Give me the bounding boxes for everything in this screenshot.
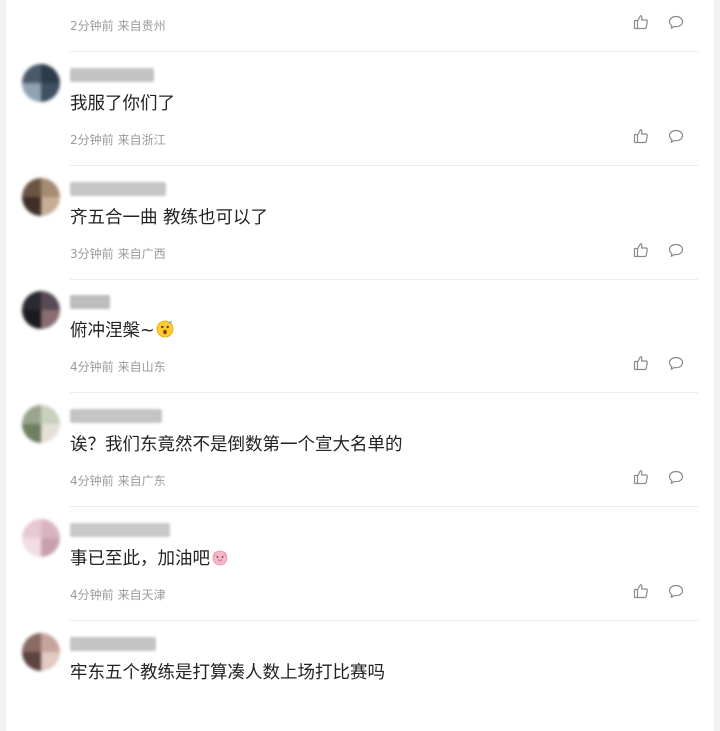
comment-time: 2分钟前 [70,133,114,147]
like-icon[interactable] [633,14,649,30]
comment-location: 来自天津 [117,588,166,602]
reply-icon[interactable] [668,129,684,144]
comment-item: 我服了你们了 2分钟前 来自浙江 [6,52,714,166]
comment-meta: 4分钟前 来自广东 [70,472,166,489]
avatar[interactable] [22,405,60,443]
comment-content: 诶？我们东竟然不是倒数第一个宣大名单的 [70,433,403,457]
avatar[interactable] [22,519,60,557]
reply-icon[interactable] [668,15,684,30]
reply-icon[interactable] [668,584,684,599]
like-icon[interactable] [633,242,649,258]
comment-text: 我服了你们了 [70,94,175,114]
like-icon[interactable] [633,128,649,144]
comment-content: 我服了你们了 [70,92,175,116]
comment-content: 俯冲涅槃~ [70,319,174,343]
comment-item: 俯冲涅槃~ 4分钟前 来自山东 [6,279,714,393]
avatar[interactable] [22,178,60,216]
comment-meta: 2分钟前 来自浙江 [70,131,166,148]
comment-list: S16见 我去看的比赛别输的太丑陋 2分钟前来自贵州 我服了你们了2分钟前来自浙… [6,0,714,731]
comment-time: 4分钟前 [70,360,114,374]
avatar[interactable] [22,64,60,102]
username-blurred[interactable] [70,295,110,309]
comment-meta: 4分钟前 来自山东 [70,358,166,375]
comment-location: 来自广西 [117,247,166,261]
comment-item: 齐五合一曲 教练也可以了 3分钟前 来自广西 [6,166,714,280]
comment-content: 齐五合一曲 教练也可以了 [70,206,268,230]
like-icon[interactable] [633,469,649,485]
comment-time: 4分钟前 [70,474,114,488]
reply-icon[interactable] [668,470,684,485]
comment-item: 诶？我们东竟然不是倒数第一个宣大名单的 4分钟前 来自广东 [6,393,714,507]
comment-location: 来自山东 [117,360,166,374]
comment-text: 诶？我们东竟然不是倒数第一个宣大名单的 [70,435,403,455]
comment-content: S16见 我去看的比赛别输的太丑陋 [70,0,372,2]
username-blurred[interactable] [70,182,166,196]
comment-meta: 2分钟前 来自贵州 [70,17,166,34]
comment-text: 事已至此，加油吧 [70,549,210,569]
comment-content: 牢东五个教练是打算凑人数上场打比赛吗 [70,661,385,685]
surprised-face-icon [156,320,174,338]
pig-face-icon [212,550,228,566]
username-blurred[interactable] [70,68,154,82]
comment-content: 事已至此，加油吧 [70,547,229,571]
comment-text: 牢东五个教练是打算凑人数上场打比赛吗 [70,663,385,683]
comment-meta: 4分钟前 来自天津 [70,586,166,603]
comment-time: 4分钟前 [70,588,114,602]
comment-location: 来自贵州 [117,19,166,33]
comment-location: 来自浙江 [117,133,166,147]
comment-time: 3分钟前 [70,247,114,261]
username-blurred[interactable] [70,523,170,537]
comment-meta: 3分钟前 来自广西 [70,245,166,262]
avatar[interactable] [22,633,60,671]
comment-location: 来自广东 [117,474,166,488]
comment-item: 事已至此，加油吧 4分钟前 来自天津 [6,507,714,621]
comment-text: 俯冲涅槃~ [70,321,155,341]
reply-icon[interactable] [668,243,684,258]
comment-text: 齐五合一曲 教练也可以了 [70,208,269,228]
comment-item: 牢东五个教练是打算凑人数上场打比赛吗 [6,621,714,731]
avatar[interactable] [22,291,60,329]
comment-item: S16见 我去看的比赛别输的太丑陋 2分钟前来自贵州 [6,0,714,52]
username-blurred[interactable] [70,409,162,423]
comment-time: 2分钟前 [70,19,114,33]
reply-icon[interactable] [668,356,684,371]
like-icon[interactable] [633,583,649,599]
like-icon[interactable] [633,355,649,371]
username-blurred[interactable] [70,637,156,651]
